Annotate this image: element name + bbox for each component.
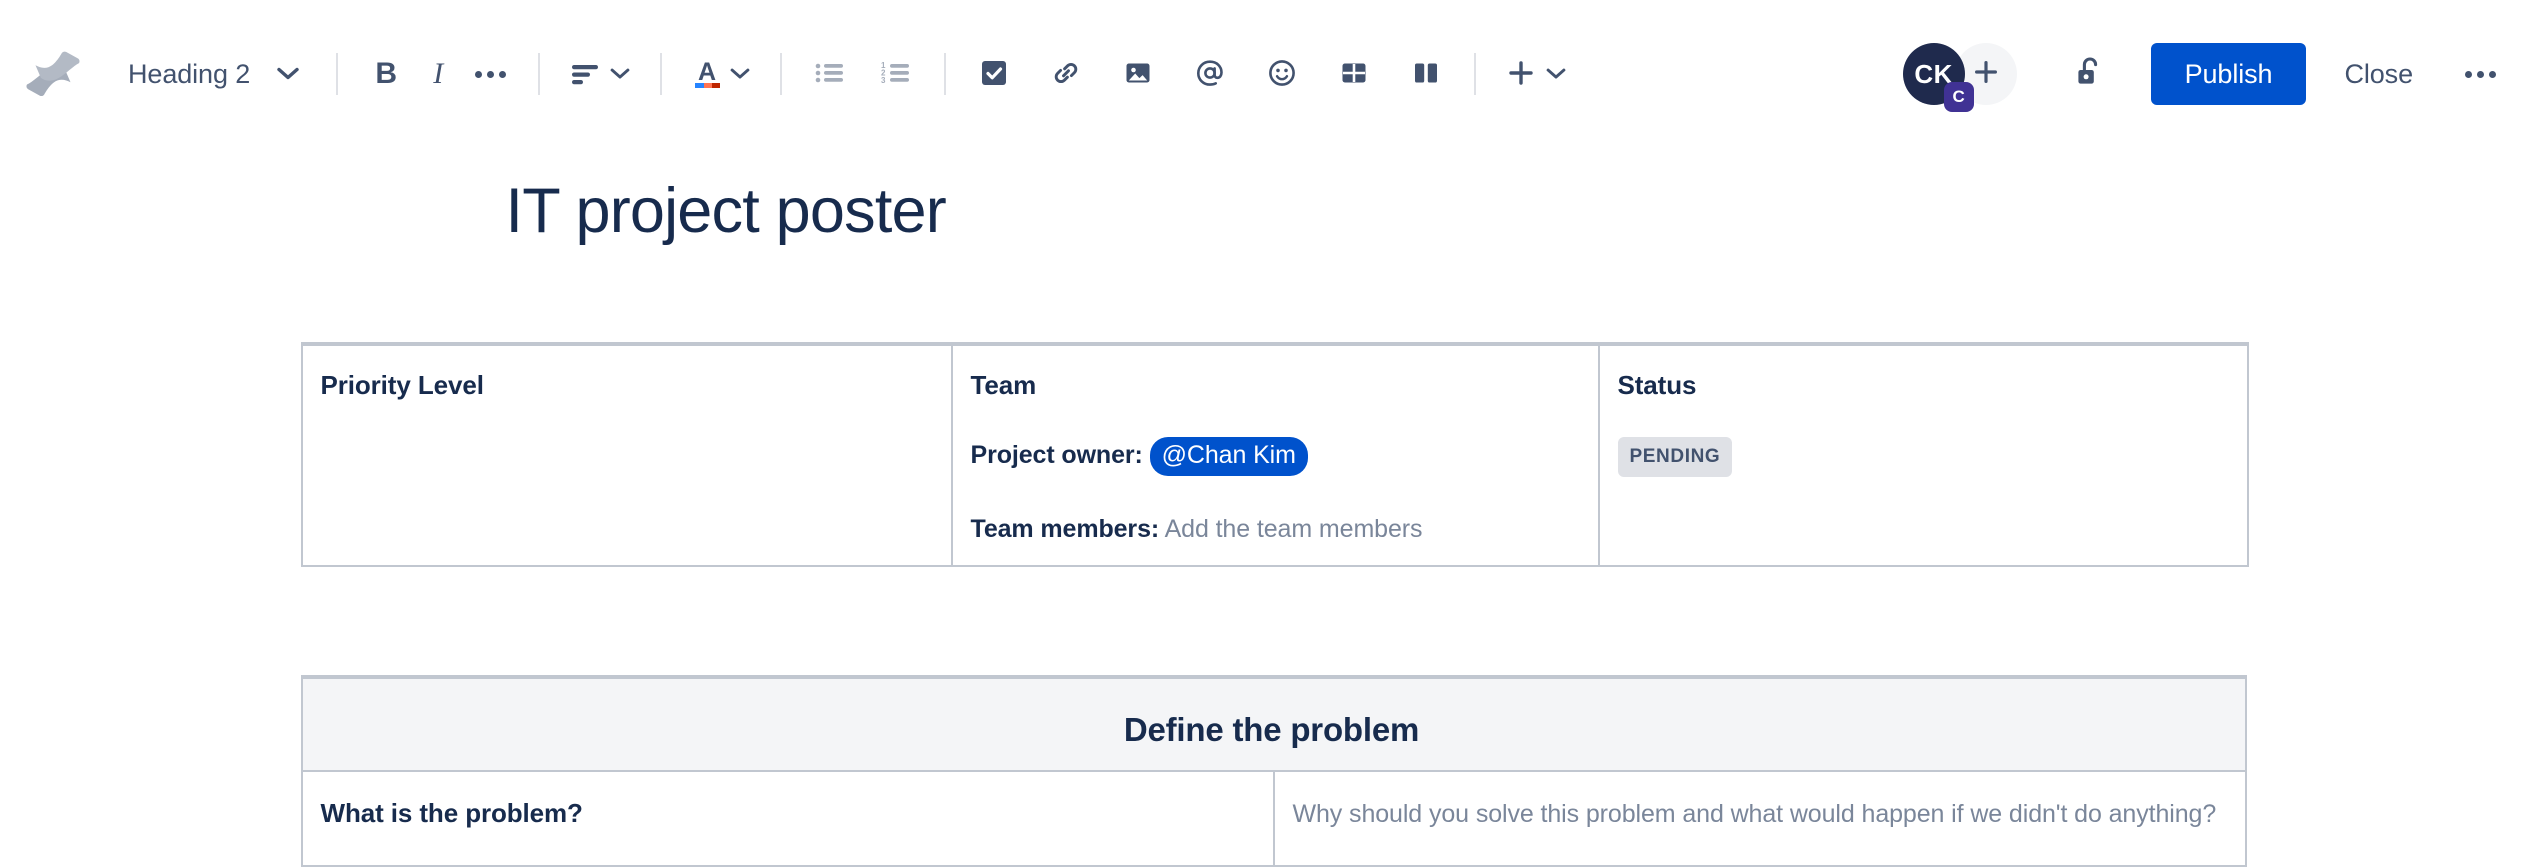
- define-problem-table: Define the problem What is the problem? …: [301, 675, 2247, 867]
- text-format-group: B I: [360, 48, 516, 100]
- mention-at-icon: [1194, 57, 1226, 92]
- table-icon: [1338, 57, 1370, 92]
- bold-button[interactable]: B: [360, 48, 412, 100]
- collaborator-avatars: CK C: [1903, 43, 2017, 105]
- text-align-button[interactable]: [562, 48, 638, 100]
- more-actions-button[interactable]: [2451, 45, 2509, 103]
- cell-question-answer[interactable]: Why should you solve this problem and wh…: [1274, 771, 2246, 866]
- ellipsis-icon: [475, 71, 506, 78]
- plus-icon: [1505, 57, 1537, 92]
- plus-icon: [1971, 57, 2001, 92]
- avatar-app-badge: C: [1944, 82, 1974, 112]
- cell-status[interactable]: Status PENDING: [1599, 344, 2248, 566]
- question-placeholder[interactable]: Why should you solve this problem and wh…: [1293, 800, 2223, 829]
- unlock-icon: [2073, 54, 2107, 95]
- cell-heading: Status: [1618, 368, 2225, 402]
- task-checkbox-icon: [978, 57, 1010, 92]
- ellipsis-icon: [2465, 71, 2496, 78]
- numbered-list-icon: 123: [879, 58, 913, 91]
- table-button[interactable]: [1328, 48, 1380, 100]
- close-button[interactable]: Close: [2322, 43, 2435, 105]
- toolbar-divider: [780, 53, 782, 95]
- link-icon: [1050, 57, 1082, 92]
- cell-team[interactable]: Team Project owner: @Chan Kim Team membe…: [952, 344, 1599, 566]
- table-header-row: Define the problem: [302, 677, 2246, 771]
- insert-group: [968, 48, 1452, 100]
- list-group: 123: [804, 48, 922, 100]
- bullet-list-button[interactable]: [804, 48, 856, 100]
- chevron-down-icon: [276, 66, 300, 82]
- layout-button[interactable]: [1400, 48, 1452, 100]
- toolbar-divider: [944, 53, 946, 95]
- editor-toolbar: Heading 2 B I A: [0, 0, 2547, 148]
- publish-button[interactable]: Publish: [2151, 43, 2307, 105]
- insert-more-button[interactable]: [1498, 48, 1574, 100]
- chevron-down-icon: [729, 67, 751, 81]
- status-row: PENDING: [1618, 437, 2225, 477]
- team-members-row: Team members: Add the team members: [971, 512, 1576, 548]
- project-info-table: Priority Level Team Project owner: @Chan…: [301, 342, 2249, 567]
- toolbar-divider: [336, 53, 338, 95]
- numbered-list-button[interactable]: 123: [870, 48, 922, 100]
- mention-chip[interactable]: @Chan Kim: [1150, 437, 1308, 476]
- more-formatting-button[interactable]: [464, 48, 516, 100]
- document-canvas: IT project poster Priority Level Team Pr…: [0, 148, 2547, 867]
- emoji-smiley-icon: [1266, 57, 1298, 92]
- text-align-left-icon: [569, 58, 603, 91]
- question-label: What is the problem?: [321, 798, 1251, 829]
- cell-priority-level[interactable]: Priority Level: [302, 344, 952, 566]
- bullet-list-icon: [813, 58, 847, 91]
- block-type-label: Heading 2: [128, 59, 250, 90]
- task-list-button[interactable]: [968, 48, 1020, 100]
- project-owner-row: Project owner: @Chan Kim: [971, 437, 1576, 476]
- project-owner-label: Project owner:: [971, 441, 1143, 469]
- table-row: Priority Level Team Project owner: @Chan…: [302, 344, 2248, 566]
- toolbar-right-cluster: CK C Publish Close: [1903, 43, 2509, 105]
- text-color-icon: A: [691, 56, 723, 93]
- page-title[interactable]: IT project poster: [301, 148, 2247, 250]
- restrictions-button[interactable]: [2059, 43, 2121, 105]
- cell-question-label[interactable]: What is the problem?: [302, 771, 1274, 866]
- svg-text:A: A: [698, 58, 716, 86]
- team-members-placeholder[interactable]: Add the team members: [1165, 515, 1423, 543]
- chevron-down-icon: [1545, 67, 1567, 81]
- layout-columns-icon: [1410, 57, 1442, 92]
- mention-button[interactable]: [1184, 48, 1236, 100]
- chevron-down-icon: [609, 67, 631, 81]
- table-row: What is the problem? Why should you solv…: [302, 771, 2246, 866]
- toolbar-divider: [660, 53, 662, 95]
- svg-text:3: 3: [881, 76, 886, 85]
- cell-heading: Priority Level: [321, 368, 929, 402]
- image-button[interactable]: [1112, 48, 1164, 100]
- section-header-cell[interactable]: Define the problem: [302, 677, 2246, 771]
- link-button[interactable]: [1040, 48, 1092, 100]
- document-content: IT project poster Priority Level Team Pr…: [301, 148, 2247, 867]
- toolbar-divider: [538, 53, 540, 95]
- team-members-label: Team members:: [971, 515, 1160, 543]
- status-badge[interactable]: PENDING: [1618, 437, 1733, 477]
- cell-heading: Team: [971, 368, 1576, 402]
- italic-button[interactable]: I: [412, 48, 464, 100]
- text-color-button[interactable]: A: [684, 48, 758, 100]
- emoji-button[interactable]: [1256, 48, 1308, 100]
- avatar[interactable]: CK C: [1903, 43, 1965, 105]
- section-title: Define the problem: [321, 709, 2223, 752]
- image-icon: [1122, 57, 1154, 92]
- toolbar-divider: [1474, 53, 1476, 95]
- confluence-logo-icon[interactable]: [22, 43, 84, 105]
- block-type-select[interactable]: Heading 2: [110, 47, 314, 101]
